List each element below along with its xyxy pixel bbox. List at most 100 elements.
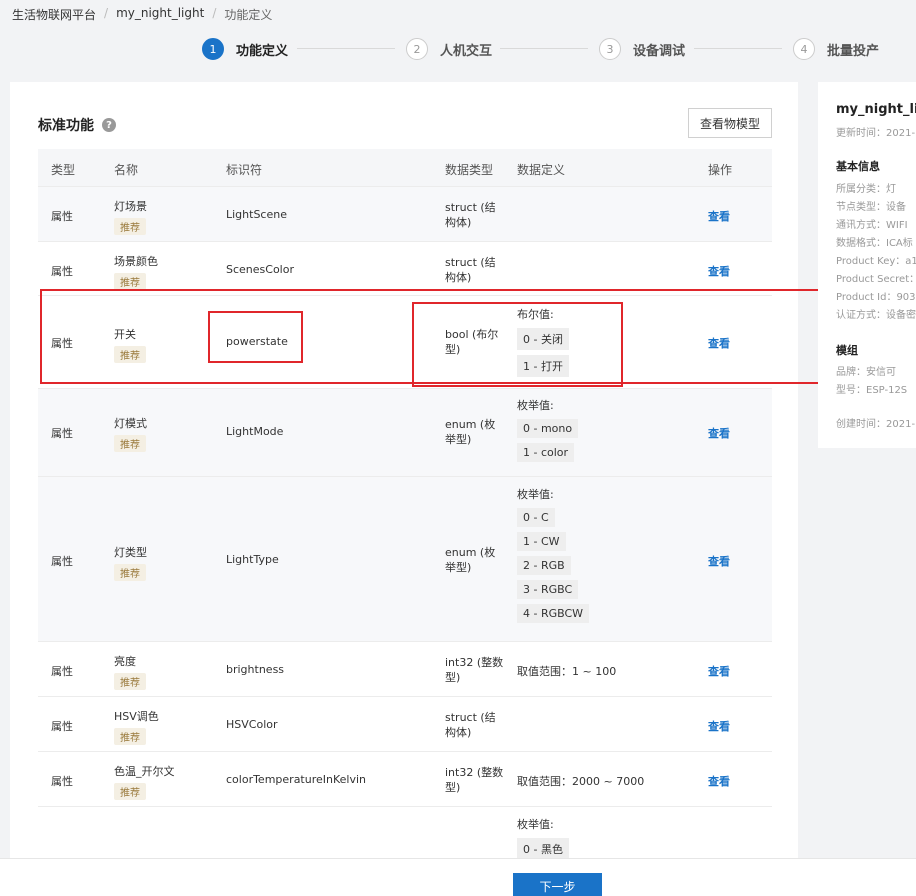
view-link[interactable]: 查看	[708, 425, 730, 441]
step-2[interactable]: 2 人机交互	[406, 38, 492, 60]
table-row: 属性 色温_开尔文 推荐 colorTemperatureInKelvin in…	[38, 751, 772, 806]
info-line: 所属分类：灯	[836, 184, 896, 195]
view-link[interactable]: 查看	[708, 553, 730, 569]
cell-type: 属性	[51, 337, 73, 350]
cell-identifier: ScenesColor	[226, 263, 294, 276]
cell-type: 属性	[51, 427, 73, 440]
cell-identifier: LightType	[226, 553, 279, 566]
recommend-badge: 推荐	[114, 673, 146, 690]
updated-time: 更新时间：2021-	[836, 128, 916, 139]
cell-data-type: enum (枚举型)	[445, 418, 496, 446]
enum-value: 3 - RGBC	[517, 580, 579, 599]
view-link[interactable]: 查看	[708, 663, 730, 679]
product-info-panel: my_night_ligh 更新时间：2021- 基本信息 所属分类：灯 节点类…	[818, 82, 916, 448]
view-model-button[interactable]: 查看物模型	[688, 108, 772, 138]
step-connector	[500, 48, 588, 49]
enum-value: 2 - RGB	[517, 556, 571, 575]
cell-name: 亮度 推荐	[114, 653, 146, 690]
module-line: 型号：ESP-12S	[836, 385, 908, 396]
view-link[interactable]: 查看	[708, 263, 730, 279]
module-line: 品牌：安信可	[836, 367, 896, 378]
recommend-badge: 推荐	[114, 346, 146, 363]
definition-title: 枚举值:	[517, 488, 554, 501]
info-line: 数据格式：ICA标	[836, 238, 913, 249]
function-name: 色温_开尔文	[114, 765, 175, 778]
table-header: 类型 名称 标识符 数据类型 数据定义 操作	[38, 149, 772, 186]
section-title: 标准功能 ?	[38, 115, 116, 135]
enum-value: 0 - C	[517, 508, 555, 527]
cell-identifier: brightness	[226, 663, 285, 676]
cell-type: 属性	[51, 775, 73, 788]
cell-data-type: struct (结构体)	[445, 256, 496, 284]
step-label: 功能定义	[236, 43, 289, 59]
table-row: 属性 开关 推荐 powerstate bool (布尔型) 布尔值: 0 - …	[38, 295, 772, 388]
definition-title: 布尔值:	[517, 308, 554, 321]
cell-type: 属性	[51, 720, 73, 733]
step-4[interactable]: 4 批量投产	[793, 38, 879, 60]
functions-table: 类型 名称 标识符 数据类型 数据定义 操作 属性 灯场景 推荐 LightSc…	[38, 149, 772, 872]
next-step-button[interactable]: 下一步	[513, 873, 602, 896]
step-label: 批量投产	[827, 43, 880, 59]
cell-name: 灯模式 推荐	[114, 415, 147, 452]
breadcrumb-root[interactable]: 生活物联网平台	[12, 6, 96, 23]
module-title: 模组	[836, 344, 858, 357]
standard-functions-card: 标准功能 ? 查看物模型 类型 名称 标识符 数据类型 数据定义 操作 属性 灯…	[10, 82, 798, 872]
section-title-text: 标准功能	[38, 118, 94, 134]
step-number: 3	[599, 38, 621, 60]
step-label: 人机交互	[440, 43, 493, 59]
header-action: 操作	[708, 163, 733, 177]
view-link[interactable]: 查看	[708, 718, 730, 734]
info-line: Product Secret：	[836, 274, 916, 285]
cell-name: 场景颜色 推荐	[114, 253, 158, 290]
cell-type: 属性	[51, 665, 73, 678]
view-link[interactable]: 查看	[708, 773, 730, 789]
cell-identifier: LightMode	[226, 425, 284, 438]
enum-value: 0 - mono	[517, 419, 579, 438]
breadcrumb-product[interactable]: my_night_light	[116, 6, 204, 23]
header-type: 类型	[51, 163, 76, 177]
enum-value: 0 - 黑色	[517, 838, 569, 860]
enum-value: 1 - CW	[517, 532, 566, 551]
function-name: 灯类型	[114, 546, 147, 559]
header-identifier: 标识符	[226, 163, 263, 177]
step-connector	[694, 48, 782, 49]
header-data-type: 数据类型	[445, 163, 494, 177]
step-number: 1	[202, 38, 224, 60]
function-name: 亮度	[114, 655, 136, 668]
cell-type: 属性	[51, 555, 73, 568]
table-row: 属性 HSV调色 推荐 HSVColor struct (结构体) 查看	[38, 696, 772, 751]
step-1[interactable]: 1 功能定义	[202, 38, 288, 60]
info-line: 认证方式：设备密	[836, 310, 916, 321]
function-name: 灯场景	[114, 200, 147, 213]
cell-name: 灯类型 推荐	[114, 544, 147, 581]
cell-identifier: colorTemperatureInKelvin	[226, 773, 367, 786]
breadcrumb-separator: /	[104, 6, 109, 20]
enum-value: 4 - RGBCW	[517, 604, 590, 623]
cell-type: 属性	[51, 265, 73, 278]
table-row: 属性 灯场景 推荐 LightScene struct (结构体) 查看	[38, 186, 772, 241]
cell-name: 灯场景 推荐	[114, 198, 147, 235]
step-3[interactable]: 3 设备调试	[599, 38, 685, 60]
stepper: 1 功能定义 2 人机交互 3 设备调试 4 批量投产	[202, 38, 892, 60]
recommend-badge: 推荐	[114, 273, 146, 290]
enum-value: 1 - color	[517, 443, 575, 462]
cell-data-type: struct (结构体)	[445, 201, 496, 229]
help-icon[interactable]: ?	[102, 118, 116, 132]
footer-bar: 下一步	[0, 858, 916, 896]
step-label: 设备调试	[633, 43, 686, 59]
view-link[interactable]: 查看	[708, 208, 730, 224]
view-link[interactable]: 查看	[708, 335, 730, 351]
header-data-definition: 数据定义	[517, 163, 566, 177]
table-row: 属性 灯类型 推荐 LightType enum (枚举型) 枚举值: 0 - …	[38, 476, 772, 641]
table-row: 属性 亮度 推荐 brightness int32 (整数型) 取值范围：1 ~…	[38, 641, 772, 696]
cell-data-type: int32 (整数型)	[445, 656, 504, 684]
info-line: Product Id：903	[836, 292, 916, 303]
cell-data-type: enum (枚举型)	[445, 546, 496, 574]
step-number: 4	[793, 38, 815, 60]
basic-info-title: 基本信息	[836, 160, 880, 173]
breadcrumb: 生活物联网平台 / my_night_light / 功能定义	[12, 6, 272, 23]
cell-name: 色温_开尔文 推荐	[114, 763, 175, 800]
table-row: 属性 场景颜色 推荐 ScenesColor struct (结构体) 查看	[38, 241, 772, 295]
step-number: 2	[406, 38, 428, 60]
cell-identifier: LightScene	[226, 208, 287, 221]
